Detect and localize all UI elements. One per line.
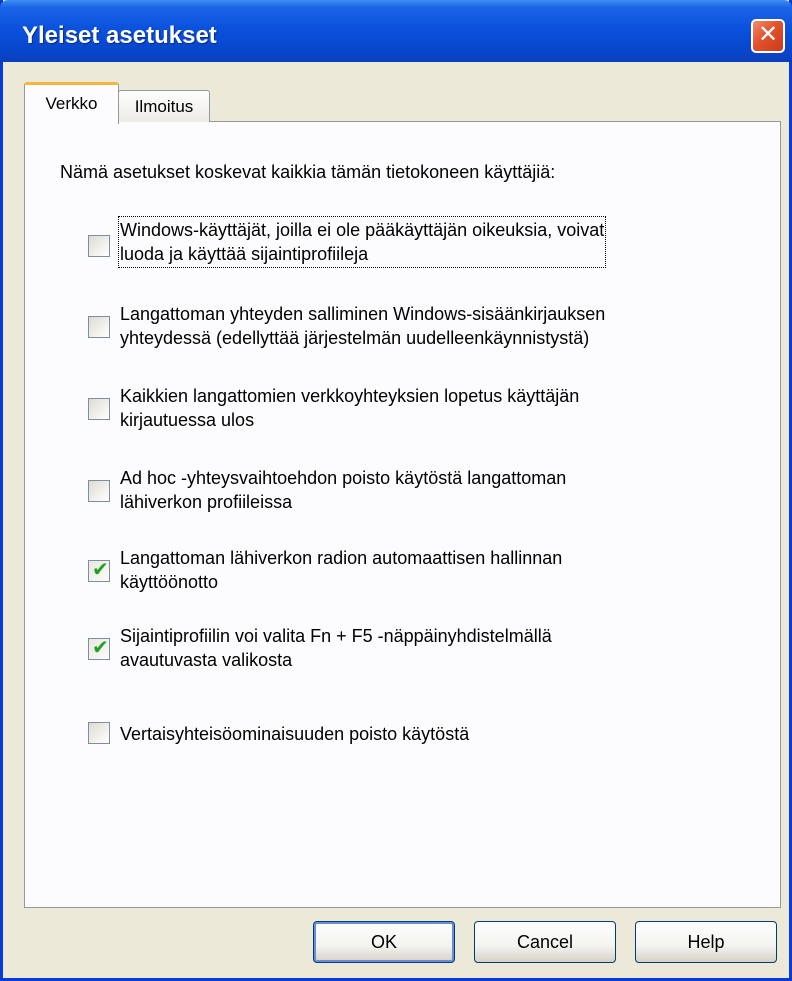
tab-ilmoitus-label: Ilmoitus — [134, 97, 194, 116]
option-label-line: Sijaintiprofiilin voi valita Fn + F5 -nä… — [120, 626, 552, 646]
cancel-button[interactable]: Cancel — [474, 921, 616, 963]
option-label-line: luoda ja käyttää sijaintiprofiileja — [120, 244, 369, 264]
checkbox-nonadmin-profiles[interactable] — [88, 235, 110, 257]
option-label-line: lähiverkon profiileissa — [120, 492, 293, 512]
close-icon: ✕ — [757, 21, 779, 48]
checkbox-wireless-logon[interactable] — [88, 316, 110, 338]
option-fn-f5-menu-label: Sijaintiprofiilin voi valita Fn + F5 -nä… — [120, 624, 552, 672]
tab-verkko[interactable]: Verkko — [24, 82, 119, 124]
window-title: Yleiset asetukset — [22, 22, 217, 49]
checkbox-disable-peer[interactable] — [88, 722, 110, 744]
option-disable-peer-label: Vertaisyhteisöominaisuuden poisto käytös… — [120, 722, 469, 746]
option-label-line: yhteydessä (edellyttää järjestelmän uude… — [120, 328, 590, 348]
option-label-line: Ad hoc -yhteysvaihtoehdon poisto käytöst… — [120, 468, 567, 488]
option-disable-adhoc-label: Ad hoc -yhteysvaihtoehdon poisto käytöst… — [120, 466, 566, 514]
checkbox-radio-management[interactable]: ✔ — [88, 559, 110, 582]
option-label-line: Kaikkien langattomien verkkoyhteyksien l… — [120, 386, 580, 406]
close-button[interactable]: ✕ — [751, 19, 785, 53]
help-button[interactable]: Help — [635, 921, 777, 963]
option-radio-management-label: Langattoman lähiverkon radion automaatti… — [120, 546, 562, 594]
option-label-line: kirjautuessa ulos — [120, 410, 255, 430]
check-mark-icon: ✔ — [92, 637, 109, 659]
checkbox-fn-f5-menu[interactable]: ✔ — [88, 637, 110, 660]
option-label-line: Windows-käyttäjät, joilla ei ole pääkäyt… — [120, 220, 605, 240]
option-label-line: Langattoman yhteyden salliminen Windows-… — [120, 304, 606, 324]
checkbox-disable-adhoc[interactable] — [88, 480, 110, 502]
option-label-line: Langattoman lähiverkon radion automaatti… — [120, 548, 563, 568]
tab-ilmoitus[interactable]: Ilmoitus — [118, 90, 210, 122]
option-label-line: Vertaisyhteisöominaisuuden poisto käytös… — [120, 724, 470, 744]
intro-text: Nämä asetukset koskevat kaikkia tämän ti… — [60, 162, 556, 182]
checkbox-disconnect-logoff[interactable] — [88, 398, 110, 420]
option-wireless-logon-label: Langattoman yhteyden salliminen Windows-… — [120, 302, 605, 350]
title-bar[interactable]: Yleiset asetukset ✕ — [0, 0, 792, 62]
option-label-line: käyttöönotto — [120, 572, 219, 592]
ok-button[interactable]: OK — [313, 921, 455, 963]
option-nonadmin-profiles-label: Windows-käyttäjät, joilla ei ole pääkäyt… — [117, 216, 607, 268]
check-mark-icon: ✔ — [92, 559, 109, 581]
option-disconnect-logoff-label: Kaikkien langattomien verkkoyhteyksien l… — [120, 384, 579, 432]
option-label-line: avautuvasta valikosta — [120, 650, 293, 670]
tab-verkko-label: Verkko — [45, 94, 98, 113]
